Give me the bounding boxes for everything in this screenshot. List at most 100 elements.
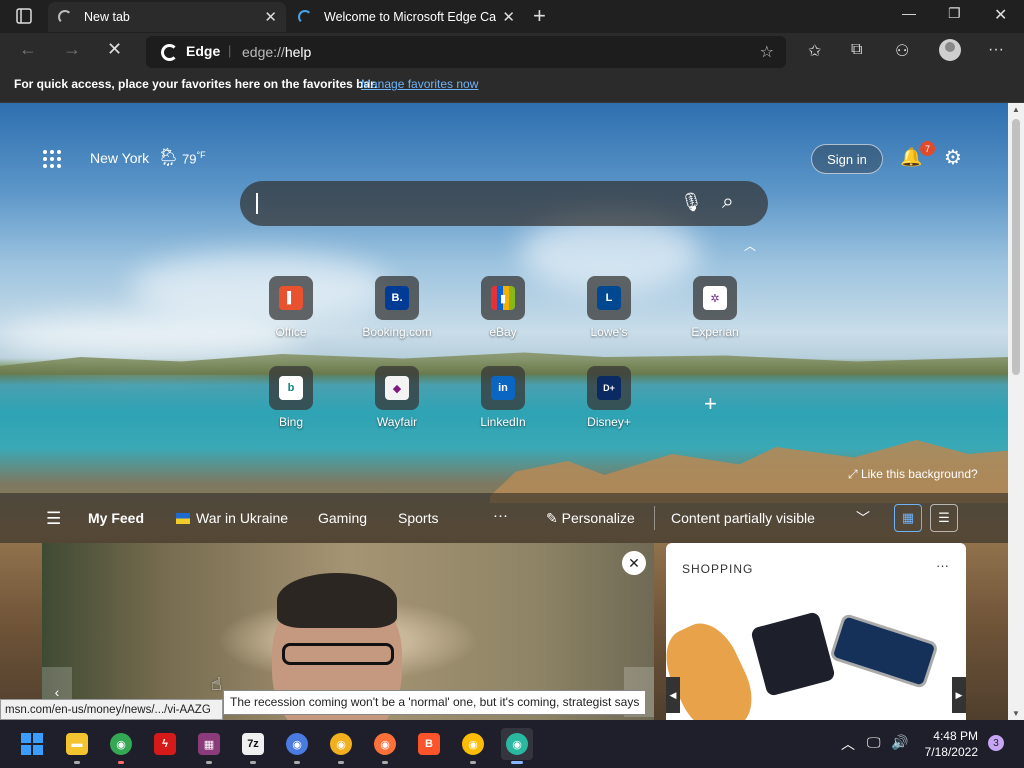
microphone-icon[interactable]: 🎙 [680,192,703,213]
quick-link-lowes[interactable]: L Lowe's [559,276,659,339]
feed-tab-sports[interactable]: Sports [398,510,438,526]
forward-icon[interactable]: → [63,39,81,60]
taskbar-app-chrome[interactable]: ◉ [105,728,137,764]
taskbar-app-chrome-canary[interactable]: ◉ [325,728,357,764]
clock-date: 7/18/2022 [924,745,978,759]
close-tab-icon[interactable]: ✕ [502,8,515,26]
collections-icon[interactable]: ⧉ [851,41,862,59]
tab-title: Welcome to Microsoft Edge Can [324,10,496,24]
weather-temperature[interactable]: 79°F [182,150,206,166]
quick-link-bing[interactable]: b Bing [241,366,341,429]
tab-actions-icon[interactable] [8,5,40,27]
feed-tab-war-in-ukraine[interactable]: War in Ukraine [176,510,288,526]
url-text[interactable]: edge://help [242,44,311,60]
carousel-prev-icon[interactable]: ◀ [666,677,680,713]
taskbar-app-7zip[interactable]: 7z [237,728,269,764]
linkedin-icon: in [491,376,515,400]
favorites-icon[interactable]: ✩ [808,41,821,61]
product-image [829,612,939,690]
system-clock[interactable]: 4:48 PM 7/18/2022 [922,728,978,760]
sign-in-button[interactable]: Sign in [811,144,883,174]
mouse-cursor-icon: ☝ [211,674,222,694]
brave-icon: B [418,733,440,755]
more-menu-icon[interactable]: ··· [988,41,1004,59]
volume-icon[interactable]: 🔊 [891,734,908,751]
restore-icon[interactable]: ❐ [948,5,961,22]
scrollbar-thumb[interactable] [1012,119,1020,375]
taskbar-app-file-explorer[interactable]: ▬ [61,728,93,764]
close-window-icon[interactable]: ✕ [994,5,1007,25]
settings-gear-icon[interactable]: ⚙ [944,145,962,170]
chromium-icon: ◉ [286,733,308,755]
add-site-icon[interactable]: + [704,391,717,417]
search-box[interactable]: 🎙 ⌕ [240,181,768,226]
quick-link-disney[interactable]: D+ Disney+ [559,366,659,429]
shopping-card[interactable]: SHOPPING ··· ◀ ▶ [666,543,966,720]
extensions-icon[interactable]: ⚇ [895,41,909,61]
quick-link-wayfair[interactable]: ◆ Wayfair [347,366,447,429]
close-tab-icon[interactable]: ✕ [264,8,277,26]
taskbar-app-brave[interactable]: B [413,728,445,760]
carousel-next-icon[interactable]: ▶ [952,677,966,713]
content-visibility-dropdown[interactable]: Content partially visible [671,510,815,526]
scroll-down-icon[interactable]: ▼ [1012,709,1020,718]
quick-link-ebay[interactable]: ▮ eBay [453,276,553,339]
start-button[interactable] [16,728,48,760]
add-favorite-icon[interactable]: ☆ [760,42,774,62]
manage-favorites-link[interactable]: Manage favorites now [361,77,478,91]
feed-navigation: ☰ My Feed War in Ukraine Gaming Sports ·… [0,493,1008,543]
tooltip: The recession coming won't be a 'normal'… [223,690,647,715]
quick-link-label: eBay [489,325,517,339]
list-view-icon[interactable]: ☰ [930,504,958,532]
collapse-chevron-icon[interactable]: ︿ [744,237,756,254]
personalize-button[interactable]: ✎ Personalize [546,510,635,527]
person-hair [277,573,397,628]
winrar-icon: ▦ [198,733,220,755]
new-tab-icon[interactable]: + [533,3,546,29]
taskbar-app-chrome-beta[interactable]: ◉ [457,728,489,764]
card-menu-icon[interactable]: ··· [936,558,949,573]
toolbar: ← → ✕ Edge | edge://help ☆ ✩ ⧉ ⚇ ··· [0,33,1024,69]
taskbar-app-edge-canary[interactable]: ◉ [501,728,533,764]
scroll-up-icon[interactable]: ▲ [1012,105,1020,114]
back-icon[interactable]: ← [19,39,37,60]
like-background-link[interactable]: ⤢ Like this background? [848,467,978,482]
chevron-down-icon[interactable]: ﹀ [856,508,870,528]
office-icon: ▌ [279,286,303,310]
chrome-canary-icon: ◉ [330,733,352,755]
weather-icon[interactable]: 🌦 [157,147,180,168]
network-icon[interactable]: 🖵 [867,734,881,751]
folder-icon: ▬ [66,733,88,755]
quick-link-experian[interactable]: ✲ Experian [665,276,765,339]
grid-view-icon[interactable]: ▦ [894,504,922,532]
notifications-bell-icon[interactable]: 🔔 [900,147,922,168]
taskbar-app-chromium[interactable]: ◉ [281,728,313,764]
quick-link-office[interactable]: ▌ Office [241,276,341,339]
stop-icon[interactable]: ✕ [107,39,122,60]
menu-hamburger-icon[interactable]: ☰ [46,509,61,529]
feed-tab-gaming[interactable]: Gaming [318,510,367,526]
booking-icon: B. [385,286,409,310]
show-hidden-icons-chevron-icon[interactable]: ︿ [841,734,855,754]
close-icon[interactable]: ✕ [622,551,646,575]
tab-title: New tab [84,10,130,24]
search-icon[interactable]: ⌕ [722,190,734,214]
weather-city[interactable]: New York [90,150,149,166]
quick-link-booking[interactable]: B. Booking.com [347,276,447,339]
taskbar-app-avira[interactable]: ϟ [149,728,181,760]
vertical-scrollbar[interactable]: ▲ ▼ [1008,103,1024,720]
taskbar-app-firefox[interactable]: ◉ [369,728,401,764]
personalize-label: Personalize [561,510,635,526]
minimize-icon[interactable]: — [902,5,916,21]
tab-welcome[interactable]: Welcome to Microsoft Edge Can ✕ [288,2,524,32]
notification-center-badge[interactable]: 3 [988,735,1004,751]
quick-link-linkedin[interactable]: in LinkedIn [453,366,553,429]
address-bar[interactable]: Edge | edge://help ☆ [146,36,786,68]
profile-avatar[interactable] [939,39,961,61]
feed-tab-my-feed[interactable]: My Feed [88,510,144,526]
app-launcher-icon[interactable] [43,150,61,168]
taskbar-app-winrar[interactable]: ▦ [193,728,225,764]
tab-new-tab[interactable]: New tab ✕ [48,2,286,32]
edge-logo-icon [161,44,178,61]
more-feeds-button[interactable]: ··· [493,507,508,524]
